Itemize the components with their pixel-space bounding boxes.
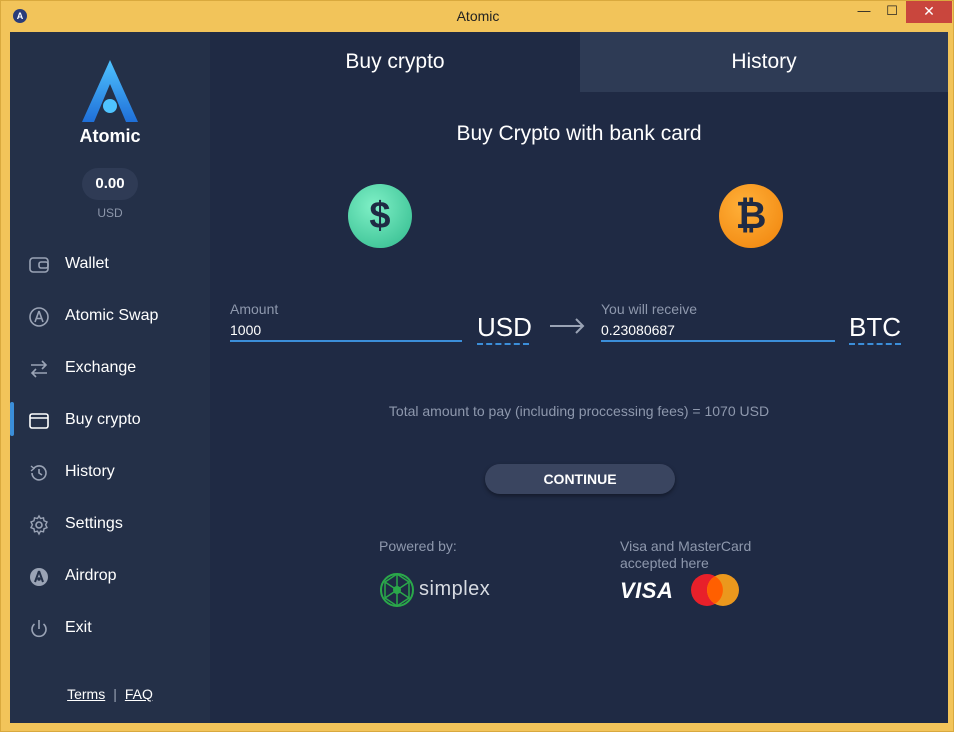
close-button[interactable]: ✕ bbox=[906, 1, 952, 23]
sidebar-item-buy-crypto[interactable]: Buy crypto bbox=[10, 400, 210, 440]
visa-logo: VISA bbox=[620, 578, 674, 603]
sidebar-item-history[interactable]: History bbox=[10, 452, 210, 492]
sidebar-item-label: Exchange bbox=[65, 359, 137, 376]
simplex-icon bbox=[380, 573, 414, 607]
window-title: Atomic bbox=[456, 8, 500, 24]
usd-coin-icon: $ bbox=[348, 184, 412, 248]
mastercard-icon bbox=[691, 574, 739, 606]
active-indicator bbox=[10, 402, 14, 436]
simplex-logo: simplex bbox=[379, 572, 499, 608]
tab-buy-crypto[interactable]: Buy crypto bbox=[210, 32, 580, 92]
from-currency-select[interactable]: USD bbox=[477, 312, 532, 345]
receive-label: You will receive bbox=[601, 301, 697, 317]
sidebar-item-label: Settings bbox=[65, 515, 123, 532]
exchange-icon bbox=[30, 360, 48, 378]
to-currency-select[interactable]: BTC bbox=[849, 312, 901, 345]
gear-icon bbox=[30, 514, 48, 536]
power-icon bbox=[31, 620, 47, 638]
amount-input[interactable] bbox=[230, 320, 462, 342]
terms-link[interactable]: Terms bbox=[67, 686, 105, 702]
sidebar-item-label: Atomic Swap bbox=[65, 307, 159, 324]
maximize-button[interactable]: ☐ bbox=[879, 1, 905, 23]
sidebar-item-label: Airdrop bbox=[65, 567, 117, 584]
minimize-button[interactable]: — bbox=[851, 1, 877, 23]
simplex-text: simplex bbox=[419, 578, 491, 600]
separator: | bbox=[113, 686, 117, 702]
arrow-right-icon bbox=[550, 318, 585, 334]
sidebar-item-exchange[interactable]: Exchange bbox=[10, 348, 210, 388]
faq-link[interactable]: FAQ bbox=[125, 686, 153, 702]
balance-value: 0.00 bbox=[82, 168, 138, 200]
sidebar-item-label: History bbox=[65, 463, 115, 480]
app-window: A Atomic — ☐ ✕ Atomic 0.00 USD Wallet At… bbox=[0, 0, 954, 732]
title-bar[interactable]: A Atomic — ☐ ✕ bbox=[1, 1, 953, 31]
sidebar: Atomic 0.00 USD Wallet Atomic Swap Excha… bbox=[10, 32, 210, 723]
bitcoin-icon: ₿ bbox=[719, 184, 783, 248]
atomic-logo-icon bbox=[82, 60, 138, 122]
footer-links: Terms | FAQ bbox=[10, 686, 210, 702]
accepted-cards-text: Visa and MasterCard accepted here bbox=[620, 538, 752, 571]
atomic-swap-icon bbox=[29, 307, 49, 327]
main-panel: Buy crypto History Buy Crypto with bank … bbox=[210, 32, 948, 723]
sidebar-item-airdrop[interactable]: Airdrop bbox=[10, 556, 210, 596]
card-icon bbox=[29, 413, 49, 429]
sidebar-item-wallet[interactable]: Wallet bbox=[10, 244, 210, 284]
airdrop-icon bbox=[30, 568, 48, 586]
tab-history[interactable]: History bbox=[580, 32, 948, 92]
sidebar-item-label: Exit bbox=[65, 619, 92, 636]
amount-label: Amount bbox=[230, 301, 279, 317]
sidebar-item-label: Wallet bbox=[65, 255, 109, 272]
page-heading: Buy Crypto with bank card bbox=[456, 122, 702, 145]
receive-input[interactable] bbox=[601, 320, 835, 342]
continue-button[interactable]: CONTINUE bbox=[485, 464, 675, 494]
app-content: Atomic 0.00 USD Wallet Atomic Swap Excha… bbox=[10, 32, 948, 723]
wallet-icon bbox=[29, 257, 49, 273]
sidebar-item-exit[interactable]: Exit bbox=[10, 608, 210, 648]
sidebar-item-settings[interactable]: Settings bbox=[10, 504, 210, 544]
logo-text: Atomic bbox=[79, 126, 141, 146]
sidebar-item-label: Buy crypto bbox=[65, 411, 141, 428]
total-amount-text: Total amount to pay (including proccessi… bbox=[388, 403, 770, 419]
sidebar-item-atomic-swap[interactable]: Atomic Swap bbox=[10, 296, 210, 336]
balance-currency: USD bbox=[97, 206, 123, 220]
powered-by-label: Powered by: bbox=[379, 538, 457, 554]
history-icon bbox=[30, 465, 47, 481]
